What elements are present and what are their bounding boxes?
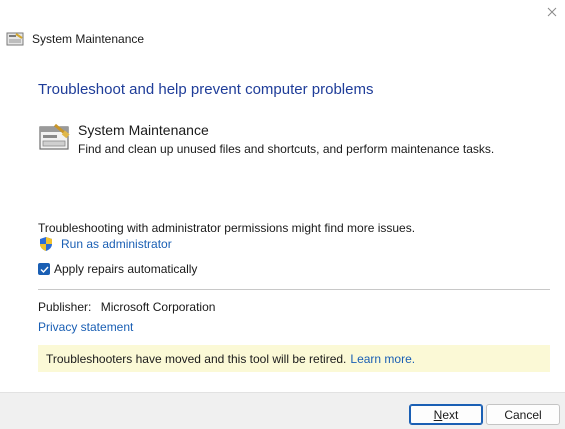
- divider: [38, 289, 550, 290]
- run-as-administrator-label: Run as administrator: [61, 237, 172, 251]
- troubleshooter-window: System Maintenance Troubleshoot and help…: [0, 0, 565, 429]
- close-button[interactable]: [539, 0, 565, 24]
- page-heading: Troubleshoot and help prevent computer p…: [38, 81, 374, 98]
- tool-description: Find and clean up unused files and short…: [78, 142, 495, 156]
- privacy-statement-link[interactable]: Privacy statement: [38, 320, 133, 334]
- close-icon: [547, 7, 557, 17]
- publisher-info: Publisher: Microsoft Corporation: [38, 300, 215, 314]
- tool-name: System Maintenance: [78, 122, 209, 138]
- apply-repairs-label: Apply repairs automatically: [54, 262, 198, 276]
- publisher-label: Publisher:: [38, 300, 92, 314]
- system-maintenance-icon: [39, 123, 70, 150]
- next-button[interactable]: Next: [409, 404, 483, 425]
- cancel-button[interactable]: Cancel: [486, 404, 560, 425]
- publisher-value: Microsoft Corporation: [100, 300, 216, 314]
- apply-repairs-row[interactable]: Apply repairs automatically: [38, 262, 197, 276]
- retirement-notice-text: Troubleshooters have moved and this tool…: [46, 351, 347, 366]
- next-label-rest: ext: [442, 407, 459, 422]
- tool-info: System Maintenance Find and clean up unu…: [38, 121, 494, 157]
- checkmark-icon: [40, 266, 49, 273]
- admin-permissions-notice: Troubleshooting with administrator permi…: [38, 221, 416, 235]
- learn-more-link[interactable]: Learn more.: [350, 352, 415, 366]
- system-maintenance-app-icon: [6, 32, 24, 46]
- window-title: System Maintenance: [32, 32, 145, 46]
- dialog-footer: Next Cancel: [0, 392, 565, 429]
- window-titlebar: System Maintenance: [6, 32, 144, 46]
- run-as-administrator-link[interactable]: Run as administrator: [38, 236, 172, 252]
- next-accelerator: N: [433, 407, 443, 422]
- apply-repairs-checkbox[interactable]: [38, 263, 50, 275]
- retirement-notice-banner: Troubleshooters have moved and this tool…: [38, 345, 550, 372]
- uac-shield-icon: [40, 237, 52, 251]
